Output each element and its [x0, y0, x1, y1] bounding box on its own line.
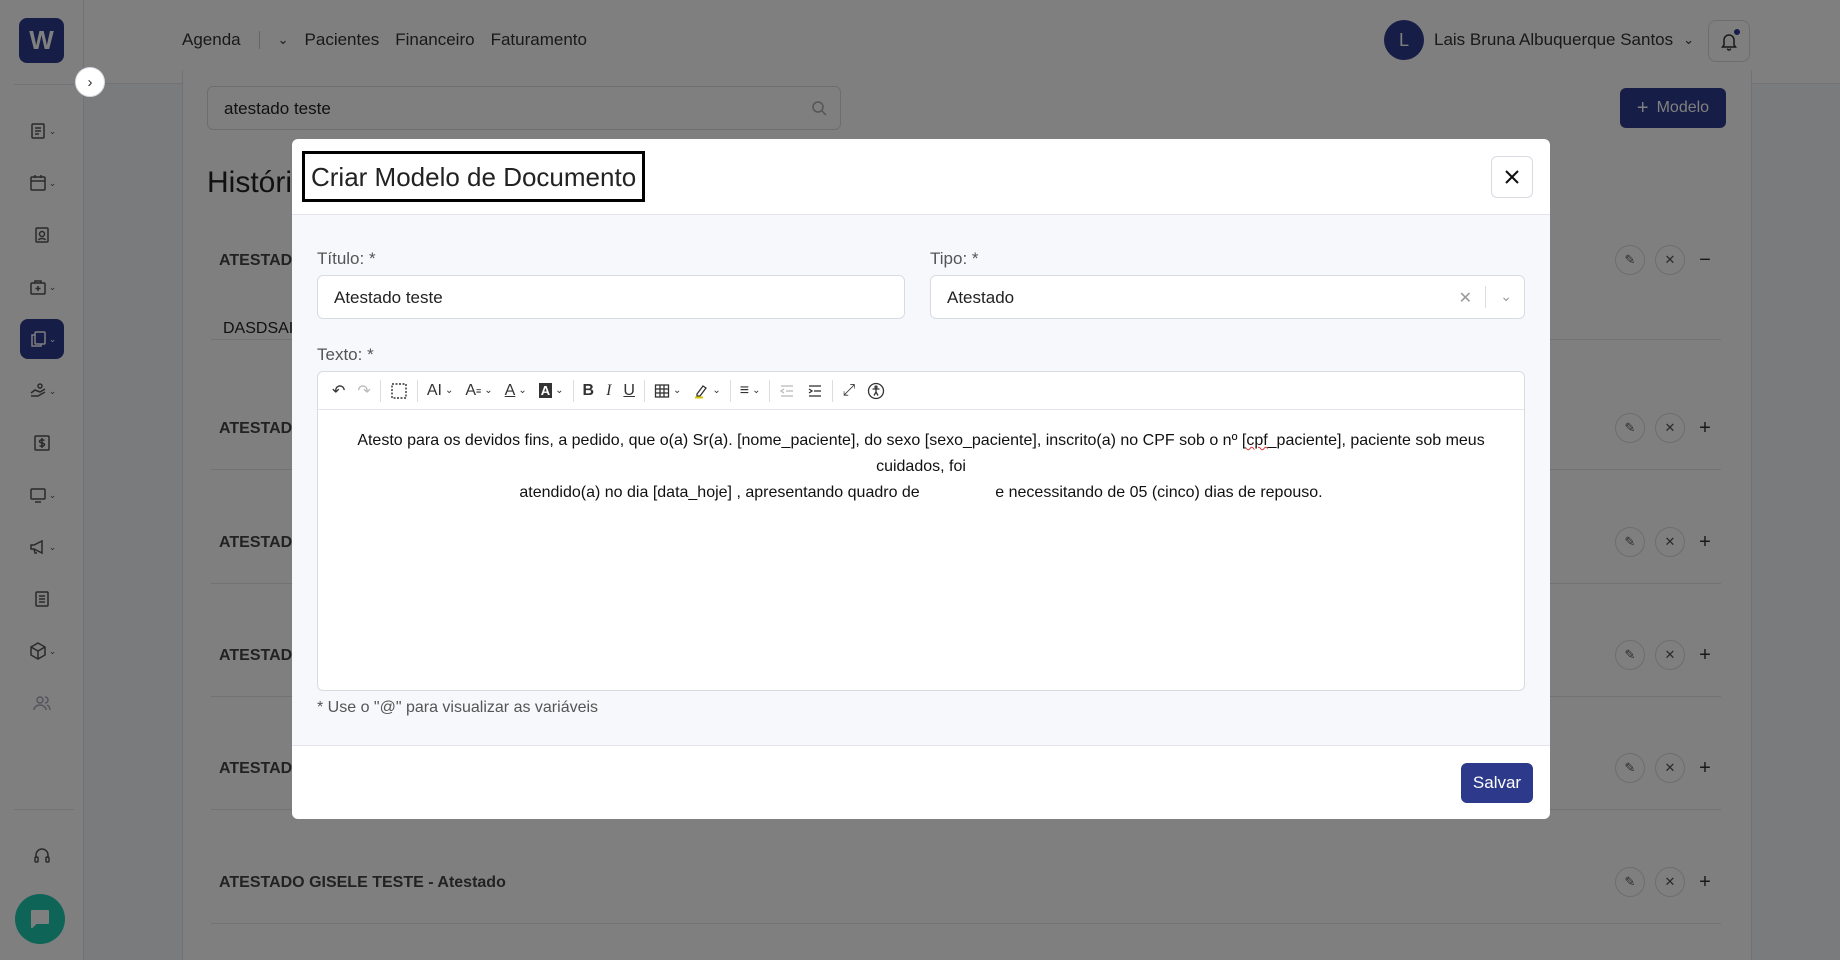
type-label: Tipo: *: [930, 249, 979, 268]
font-color-icon[interactable]: A ⌄: [499, 376, 533, 406]
editor-content[interactable]: Atesto para os devidos fins, a pedido, q…: [318, 410, 1524, 506]
accessibility-icon[interactable]: [861, 376, 891, 406]
table-icon[interactable]: ⌄: [648, 376, 687, 406]
modal-title: Criar Modelo de Documento: [302, 151, 646, 202]
fullscreen-icon[interactable]: ⤢: [836, 376, 861, 406]
modal-header: Criar Modelo de Documento: [292, 139, 1550, 215]
toolbar-divider: [832, 379, 834, 402]
outdent-icon[interactable]: [773, 376, 801, 406]
clear-icon[interactable]: ✕: [1459, 288, 1472, 308]
title-label: Título: *: [317, 249, 376, 268]
chevron-down-icon[interactable]: ⌄: [1500, 288, 1512, 305]
underline-icon[interactable]: U: [617, 376, 641, 406]
close-button[interactable]: [1491, 156, 1533, 198]
redo-icon[interactable]: ↷: [351, 376, 376, 406]
toolbar-divider: [643, 379, 645, 402]
toolbar-divider: [769, 379, 771, 402]
text-label: Texto: *: [317, 345, 374, 364]
align-icon[interactable]: ≡ ⌄: [734, 376, 767, 406]
select-all-icon[interactable]: [384, 376, 414, 406]
toolbar-divider: [416, 379, 418, 402]
create-document-template-modal: Criar Modelo de Documento Título: * Ates…: [292, 139, 1550, 819]
variables-hint: * Use o "@" para visualizar as variáveis: [317, 699, 599, 716]
bold-icon[interactable]: B: [577, 376, 601, 406]
font-size-icon[interactable]: AI ⌄: [421, 376, 460, 406]
undo-icon[interactable]: ↶: [326, 376, 351, 406]
type-select-value: Atestado: [947, 288, 1015, 307]
highlight-icon[interactable]: ⌄: [687, 376, 726, 406]
font-family-icon[interactable]: A ≡ ⌄: [459, 376, 498, 406]
indent-icon[interactable]: [801, 376, 829, 406]
toolbar-divider: [729, 379, 731, 402]
rich-text-editor: ↶ ↷ AI ⌄ A ≡ ⌄ A ⌄ A ⌄ B I U ⌄ ⌄ ≡ ⌄ ⤢ A…: [317, 371, 1525, 691]
editor-text-part: atendido(a) no dia [data_hoje] , apresen…: [519, 484, 1323, 501]
select-divider: [1485, 286, 1486, 308]
italic-icon[interactable]: I: [600, 376, 617, 406]
editor-toolbar: ↶ ↷ AI ⌄ A ≡ ⌄ A ⌄ A ⌄ B I U ⌄ ⌄ ≡ ⌄ ⤢: [318, 372, 1524, 410]
background-color-icon[interactable]: A ⌄: [533, 376, 570, 406]
sidebar-expand-button[interactable]: ›: [75, 67, 105, 97]
chevron-right-icon: ›: [87, 73, 93, 91]
type-select[interactable]: Atestado ✕ ⌄: [930, 275, 1525, 319]
close-icon: [1505, 170, 1519, 184]
title-input-value: Atestado teste: [334, 288, 443, 307]
toolbar-divider: [572, 379, 574, 402]
modal-body: Título: * Atestado teste Tipo: * Atestad…: [292, 215, 1550, 746]
editor-text-misspelled: cpf: [1246, 432, 1268, 449]
toolbar-divider: [379, 379, 381, 402]
title-input[interactable]: Atestado teste: [317, 275, 905, 319]
save-button[interactable]: Salvar: [1461, 763, 1533, 803]
editor-text-part: Atesto para os devidos fins, a pedido, q…: [357, 432, 1247, 449]
